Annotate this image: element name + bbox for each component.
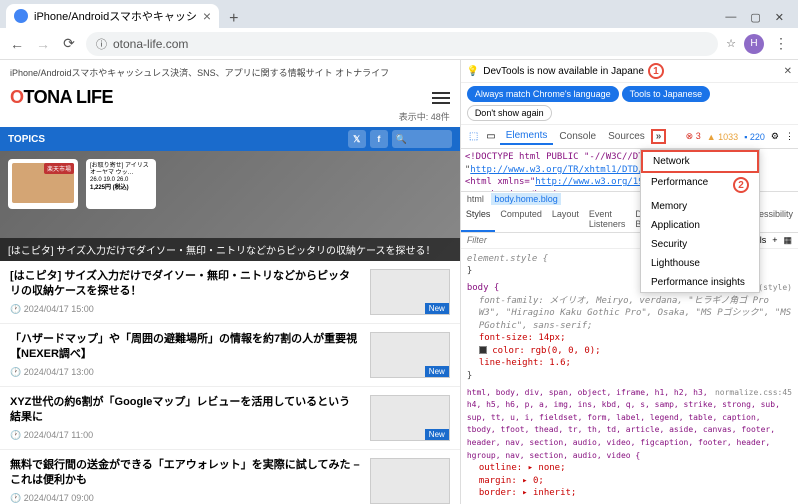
article-item[interactable]: XYZ世代の約6割が「Googleマップ」レビューを活用しているという結果に 🕐 … <box>0 387 460 450</box>
menu-icon[interactable]: ⋮ <box>785 131 794 142</box>
new-style-icon[interactable]: + <box>772 235 777 245</box>
article-thumbnail <box>370 458 450 504</box>
bookmark-icon[interactable]: ☆ <box>726 37 736 50</box>
new-badge: New <box>425 303 449 314</box>
rakuten-badge: 楽天市場 <box>44 163 74 174</box>
issues-count[interactable]: ▪ 220 <box>744 132 765 142</box>
tab-title: iPhone/Androidスマホやキャッシ <box>34 8 197 24</box>
more-tabs-button[interactable]: » <box>651 129 667 144</box>
tabs-dropdown: Network Performance2 Memory Application … <box>640 149 760 293</box>
article-date: 🕐 2024/04/17 11:00 <box>10 430 360 441</box>
tab-styles[interactable]: Styles <box>461 206 496 232</box>
product-sizes: 26.0 19.0 26.0 <box>90 177 152 184</box>
callout-2: 2 <box>733 177 749 193</box>
product-card[interactable]: [お取り寄せ] アイリスオーヤマ ウッ… 26.0 19.0 26.0 1,22… <box>86 159 156 209</box>
address-bar: ← → ⟳ ⓘ otona-life.com ☆ H ⋮ <box>0 28 798 60</box>
tab-computed[interactable]: Computed <box>495 206 547 232</box>
maximize-button[interactable]: ▢ <box>750 11 760 24</box>
notice-text: DevTools is now available in Japane <box>483 66 644 77</box>
hamburger-icon[interactable] <box>432 92 450 104</box>
tab-sources[interactable]: Sources <box>602 129 651 144</box>
dropdown-performance[interactable]: Performance2 <box>641 173 759 197</box>
hero-banner[interactable]: 楽天市場 [お取り寄せ] アイリスオーヤマ ウッ… 26.0 19.0 26.0… <box>0 151 460 261</box>
profile-avatar[interactable]: H <box>744 34 764 54</box>
webpage-viewport: iPhone/Androidスマホやキャッシュレス決済、SNS、アプリに関する情… <box>0 60 460 504</box>
callout-1: 1 <box>648 63 664 79</box>
dropdown-lighthouse[interactable]: Lighthouse <box>641 254 759 273</box>
back-button[interactable]: ← <box>8 36 26 52</box>
product-price: 1,225円 (税込) <box>90 185 152 192</box>
gear-icon[interactable]: ⚙ <box>771 131 779 142</box>
devtools-panel: 💡 DevTools is now available in Japane 1 … <box>460 60 798 504</box>
article-item[interactable]: [はこピタ] サイズ入力だけでダイソー・無印・ニトリなどからピッタリの収納ケース… <box>0 261 460 324</box>
close-window-button[interactable]: ✕ <box>775 11 784 24</box>
switch-japanese-button[interactable]: Tools to Japanese <box>622 86 711 102</box>
article-thumbnail: New <box>370 269 450 315</box>
dropdown-perf-insights[interactable]: Performance insights <box>641 273 759 292</box>
site-info-icon[interactable]: ⓘ <box>96 36 107 52</box>
url-input[interactable]: ⓘ otona-life.com <box>86 32 718 56</box>
devtools-language-notice: 💡 DevTools is now available in Japane 1 … <box>461 60 798 83</box>
window-controls: — ▢ ✕ <box>725 11 798 28</box>
x-icon[interactable]: 𝕏 <box>348 130 366 148</box>
article-title: XYZ世代の約6割が「Googleマップ」レビューを活用しているという結果に <box>10 395 360 426</box>
search-icon[interactable]: 🔍 <box>392 130 452 148</box>
new-tab-button[interactable]: + <box>223 10 244 28</box>
article-title: [はこピタ] サイズ入力だけでダイソー・無印・ニトリなどからピッタリの収納ケース… <box>10 269 360 300</box>
browser-titlebar: iPhone/Androidスマホやキャッシ × + — ▢ ✕ <box>0 0 798 28</box>
new-badge: New <box>425 366 449 377</box>
topics-bar: TOPICS 𝕏 f 🔍 <box>0 127 460 151</box>
device-icon[interactable]: ▭ <box>482 131 499 142</box>
tab-favicon <box>14 9 28 23</box>
inspect-icon[interactable]: ⬚ <box>465 131 482 142</box>
tab-console[interactable]: Console <box>553 129 602 144</box>
article-title: 無料で銀行間の送金ができる「エアウォレット」を実際に試してみた – これは便利か… <box>10 458 360 489</box>
close-icon[interactable]: × <box>203 8 211 24</box>
warning-count[interactable]: ▲ 1033 <box>707 132 738 142</box>
site-logo[interactable]: OTONA LIFE <box>10 87 113 108</box>
error-count[interactable]: ⊗ 3 <box>686 131 701 142</box>
lightbulb-icon: 💡 <box>467 66 479 77</box>
article-thumbnail: New <box>370 395 450 441</box>
dropdown-memory[interactable]: Memory <box>641 197 759 216</box>
tab-event-listeners[interactable]: Event Listeners <box>584 206 631 232</box>
article-date: 🕐 2024/04/17 09:00 <box>10 493 360 504</box>
match-language-button[interactable]: Always match Chrome's language <box>467 86 619 102</box>
minimize-button[interactable]: — <box>725 11 736 24</box>
devtools-tabs: ⬚ ▭ Elements Console Sources » ⊗ 3 ▲ 103… <box>461 125 798 149</box>
dropdown-network[interactable]: Network <box>641 150 759 173</box>
url-text: otona-life.com <box>113 37 188 51</box>
forward-button[interactable]: → <box>34 36 52 52</box>
reload-button[interactable]: ⟳ <box>60 35 78 52</box>
tab-elements[interactable]: Elements <box>500 128 554 145</box>
site-description: iPhone/Androidスマホやキャッシュレス決済、SNS、アプリに関する情… <box>10 66 389 79</box>
tab-layout[interactable]: Layout <box>547 206 584 232</box>
new-badge: New <box>425 429 449 440</box>
facebook-icon[interactable]: f <box>370 130 388 148</box>
article-item[interactable]: 「ハザードマップ」や「周囲の避難場所」の情報を約7割の人が重要視【NEXER調べ… <box>0 324 460 387</box>
product-card[interactable]: 楽天市場 <box>8 159 78 209</box>
dropdown-security[interactable]: Security <box>641 235 759 254</box>
article-date: 🕐 2024/04/17 13:00 <box>10 367 360 378</box>
styles-menu-icon[interactable]: ▦ <box>783 235 792 246</box>
article-item[interactable]: 無料で銀行間の送金ができる「エアウォレット」を実際に試してみた – これは便利か… <box>0 450 460 504</box>
dropdown-application[interactable]: Application <box>641 216 759 235</box>
dont-show-button[interactable]: Don't show again <box>467 105 552 121</box>
display-stats: 表示中: 48件 <box>0 110 460 127</box>
hero-caption: [はこピタ] サイズ入力だけでダイソー・無印・ニトリなどからピッタリの収納ケース… <box>0 238 460 261</box>
article-thumbnail: New <box>370 332 450 378</box>
article-title: 「ハザードマップ」や「周囲の避難場所」の情報を約7割の人が重要視【NEXER調べ… <box>10 332 360 363</box>
browser-tab[interactable]: iPhone/Androidスマホやキャッシ × <box>6 4 219 28</box>
menu-icon[interactable]: ⋮ <box>772 35 790 52</box>
close-icon[interactable]: ✕ <box>784 66 792 77</box>
article-date: 🕐 2024/04/17 15:00 <box>10 304 360 315</box>
topics-label: TOPICS <box>8 134 45 145</box>
